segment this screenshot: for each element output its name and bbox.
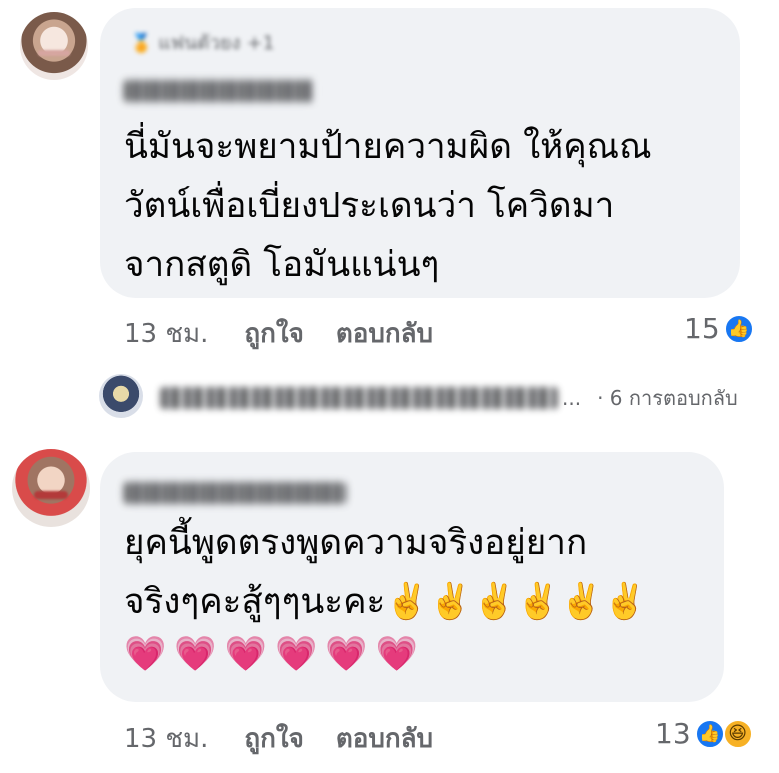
heart-emoji: 💗	[275, 634, 318, 674]
like-icon: 👍	[694, 718, 725, 749]
reaction-count: 13	[655, 717, 691, 750]
reply-button[interactable]: ตอบกลับ	[336, 313, 433, 354]
reaction-summary[interactable]: 13 👍 😆	[655, 717, 753, 750]
heart-emoji-row: 💗 💗 💗 💗 💗 💗	[124, 632, 418, 676]
comment-bubble: ยุคนี้พูดตรงพูดความจริงอยู่ยาก จริงๆคะสู…	[100, 452, 724, 702]
avatar[interactable]	[12, 449, 90, 527]
comment-text: ยุคนี้พูดตรงพูดความจริงอยู่ยาก จริงๆคะสู…	[124, 523, 647, 622]
comment-bubble: 🏅 แฟนตัวยง +1 นี่มันจะพยามป้ายความผิด ให…	[100, 8, 740, 298]
comment-text: นี่มันจะพยามป้ายความผิด ให้คุณณ วัตน์เพื…	[124, 127, 652, 285]
badge-icon: 🏅	[130, 32, 153, 54]
avatar[interactable]	[20, 12, 88, 80]
author-name-blurred[interactable]	[124, 80, 314, 102]
timestamp[interactable]: 13 ชม.	[124, 718, 208, 759]
timestamp[interactable]: 13 ชม.	[124, 313, 208, 354]
reply-preview-blurred	[160, 387, 558, 409]
reply-preview-ellipsis: ...	[562, 386, 582, 410]
heart-emoji: 💗	[375, 634, 419, 674]
like-button[interactable]: ถูกใจ	[244, 718, 303, 759]
heart-emoji: 💗	[174, 634, 217, 674]
badge-label: แฟนตัวยง +1	[158, 32, 275, 54]
comment-actions: 13 ชม. ถูกใจ ตอบกลับ	[124, 313, 433, 354]
heart-emoji: 💗	[224, 634, 268, 674]
top-fan-badge: 🏅 แฟนตัวยง +1	[130, 28, 275, 58]
comment-actions: 13 ชม. ถูกใจ ตอบกลับ	[124, 718, 433, 759]
haha-icon: 😆	[722, 718, 753, 749]
like-icon: 👍	[723, 313, 754, 344]
reply-button[interactable]: ตอบกลับ	[336, 718, 433, 759]
like-button[interactable]: ถูกใจ	[244, 313, 303, 354]
reaction-summary[interactable]: 15 👍	[684, 312, 754, 345]
view-replies-link[interactable]: ... · 6 การตอบกลับ	[160, 382, 738, 414]
author-name-blurred[interactable]	[124, 482, 346, 504]
heart-emoji: 💗	[124, 634, 167, 674]
reaction-count: 15	[684, 312, 720, 345]
reply-avatar	[99, 374, 143, 418]
reply-count: · 6 การตอบกลับ	[597, 386, 738, 410]
heart-emoji: 💗	[325, 634, 368, 674]
